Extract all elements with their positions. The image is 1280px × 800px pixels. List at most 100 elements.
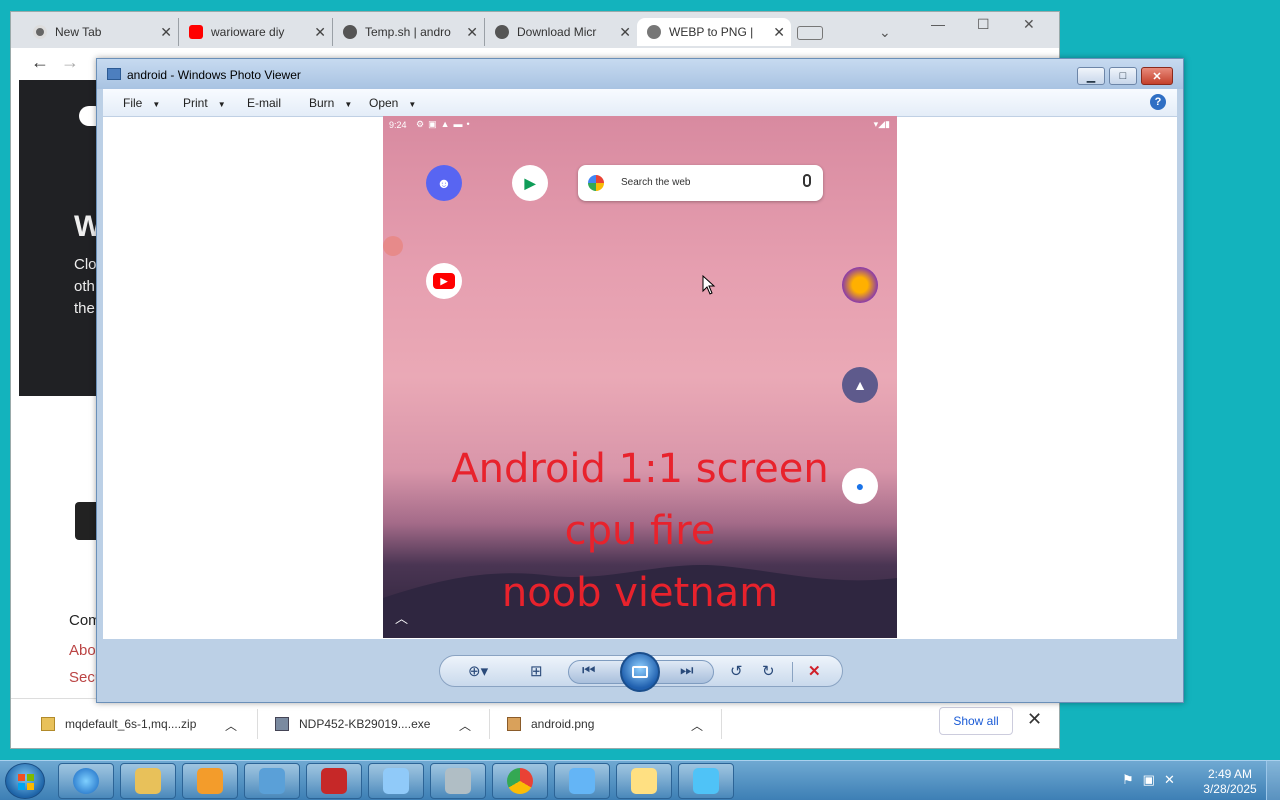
- actual-size-icon[interactable]: ⊞: [530, 662, 543, 680]
- close-icon[interactable]: ✕: [160, 24, 172, 41]
- close-icon[interactable]: ✕: [314, 24, 326, 41]
- forward-arrow-icon[interactable]: →: [61, 52, 79, 73]
- play-games-icon[interactable]: ▶: [512, 165, 548, 201]
- taskbar-toolbox[interactable]: [306, 763, 362, 799]
- clock[interactable]: 2:49 AM 3/28/2025: [1198, 767, 1262, 797]
- help-icon[interactable]: ?: [1150, 94, 1166, 110]
- menu-label: Burn: [309, 96, 335, 110]
- slideshow-button[interactable]: [620, 652, 660, 692]
- start-button[interactable]: [5, 763, 45, 799]
- delete-icon[interactable]: ✕: [808, 662, 821, 680]
- clock-date: 3/28/2025: [1203, 782, 1257, 796]
- rotate-counterclockwise-icon[interactable]: ↺: [730, 662, 743, 680]
- close-icon[interactable]: ✕: [619, 24, 631, 41]
- computers-icon: [693, 768, 719, 794]
- close-icon[interactable]: ✕: [773, 24, 785, 41]
- tab-warioware[interactable]: warioware diy ✕: [179, 18, 333, 46]
- taskbar-photo-viewer[interactable]: [554, 763, 610, 799]
- internet-explorer-icon: [73, 768, 99, 794]
- download-item[interactable]: android.png: [507, 717, 594, 731]
- maximize-icon[interactable]: ☐: [977, 16, 990, 33]
- taskbar-chrome[interactable]: [492, 763, 548, 799]
- tab-download-microsoft[interactable]: Download Micr ✕: [485, 18, 637, 46]
- taskbar-explorer[interactable]: [120, 763, 176, 799]
- menu-file[interactable]: File ▼: [123, 96, 160, 110]
- dropdown-icon: ▼: [217, 100, 226, 109]
- taskbar-paint[interactable]: [616, 763, 672, 799]
- globe-icon: [495, 25, 509, 39]
- paint-icon: [631, 768, 657, 794]
- menu-email[interactable]: E-mail: [247, 96, 281, 110]
- status-time: 9:24: [389, 120, 407, 130]
- next-icon[interactable]: ⏭: [680, 662, 694, 679]
- rotate-clockwise-icon[interactable]: ↻: [762, 662, 775, 680]
- previous-icon[interactable]: ⏮: [582, 662, 596, 679]
- astro-icon[interactable]: ▲: [842, 367, 878, 403]
- youtube-icon[interactable]: ▶: [426, 263, 462, 299]
- action-center-flag-icon[interactable]: ⚑: [1122, 772, 1143, 787]
- windows-logo-icon: [18, 774, 34, 790]
- photo-viewer-icon: [569, 768, 595, 794]
- menu-burn[interactable]: Burn ▼: [309, 96, 352, 110]
- tab-search-chevron-icon[interactable]: ⌄: [879, 24, 891, 41]
- download-item[interactable]: mqdefault_6s-1,mq....zip: [41, 717, 196, 731]
- chevron-up-icon[interactable]: ︿: [225, 717, 237, 734]
- menu-print[interactable]: Print ▼: [183, 96, 226, 110]
- monitor-icon: [259, 768, 285, 794]
- tab-webp-to-png[interactable]: WEBP to PNG | ✕: [637, 18, 791, 46]
- download-item[interactable]: NDP452-KB29019....exe: [275, 717, 430, 731]
- tab-strip: New Tab ✕ warioware diy ✕ Temp.sh | andr…: [11, 12, 1059, 48]
- minimize-button[interactable]: ▁: [1077, 67, 1105, 85]
- show-desktop-button[interactable]: [1266, 761, 1280, 800]
- globe-icon: [343, 25, 357, 39]
- search-bar[interactable]: Search the web: [578, 165, 823, 201]
- taskbar-internet-explorer[interactable]: [58, 763, 114, 799]
- dropdown-icon: ▼: [408, 100, 417, 109]
- divider: [792, 662, 793, 682]
- volume-muted-icon[interactable]: ✕: [1164, 772, 1184, 787]
- close-button[interactable]: ✕: [1141, 67, 1173, 85]
- download-filename: mqdefault_6s-1,mq....zip: [65, 717, 197, 731]
- taskbar-media-player[interactable]: [182, 763, 238, 799]
- google-icon: [588, 175, 604, 191]
- menu-open[interactable]: Open ▼: [369, 96, 416, 110]
- close-icon[interactable]: ✕: [466, 24, 478, 41]
- notification-icons: ⚙▣▲▬•: [416, 119, 474, 129]
- footer-link[interactable]: Abo: [69, 642, 96, 659]
- firefox-icon[interactable]: [842, 267, 878, 303]
- exe-file-icon: [275, 717, 289, 731]
- chrome-icon: [507, 768, 533, 794]
- chevron-up-icon[interactable]: ︿: [459, 717, 471, 734]
- taskbar-network[interactable]: [368, 763, 424, 799]
- zoom-icon[interactable]: ⊕▾: [468, 662, 488, 680]
- slideshow-icon: [632, 666, 648, 678]
- network-icon[interactable]: ▣: [1143, 772, 1164, 787]
- tab-label: warioware diy: [211, 25, 285, 39]
- screen-recorder-icon[interactable]: [383, 236, 403, 256]
- menu-label: Open: [369, 96, 399, 110]
- new-tab-button[interactable]: [797, 26, 823, 40]
- tab-temp-sh[interactable]: Temp.sh | andro ✕: [333, 18, 485, 46]
- taskbar: ⚑▣✕ 2:49 AM 3/28/2025: [0, 760, 1280, 800]
- hero-text-line: oth: [74, 278, 95, 295]
- chrome-icon: [33, 25, 47, 39]
- taskbar-network-settings[interactable]: [678, 763, 734, 799]
- caption-line: cpu fire: [564, 508, 716, 554]
- title-bar[interactable]: android - Windows Photo Viewer ▁ □ ✕: [97, 59, 1183, 89]
- tab-new-tab[interactable]: New Tab ✕: [23, 18, 179, 46]
- youtube-logo: ▶: [433, 273, 455, 289]
- close-icon[interactable]: ✕: [1027, 709, 1042, 730]
- taskbar-remote-desktop[interactable]: [244, 763, 300, 799]
- back-arrow-icon[interactable]: ←: [31, 52, 49, 73]
- microphone-icon[interactable]: [803, 174, 811, 187]
- chevron-up-icon[interactable]: ︿: [691, 717, 703, 734]
- show-all-button[interactable]: Show all: [939, 707, 1013, 735]
- menu-label: Print: [183, 96, 208, 110]
- taskbar-sniping-tool[interactable]: [430, 763, 486, 799]
- close-icon[interactable]: ✕: [1023, 16, 1035, 33]
- image-file-icon: [507, 717, 521, 731]
- maximize-button[interactable]: □: [1109, 67, 1137, 85]
- discord-icon[interactable]: ☻: [426, 165, 462, 201]
- minimize-icon[interactable]: —: [931, 16, 945, 32]
- toolbox-icon: [321, 768, 347, 794]
